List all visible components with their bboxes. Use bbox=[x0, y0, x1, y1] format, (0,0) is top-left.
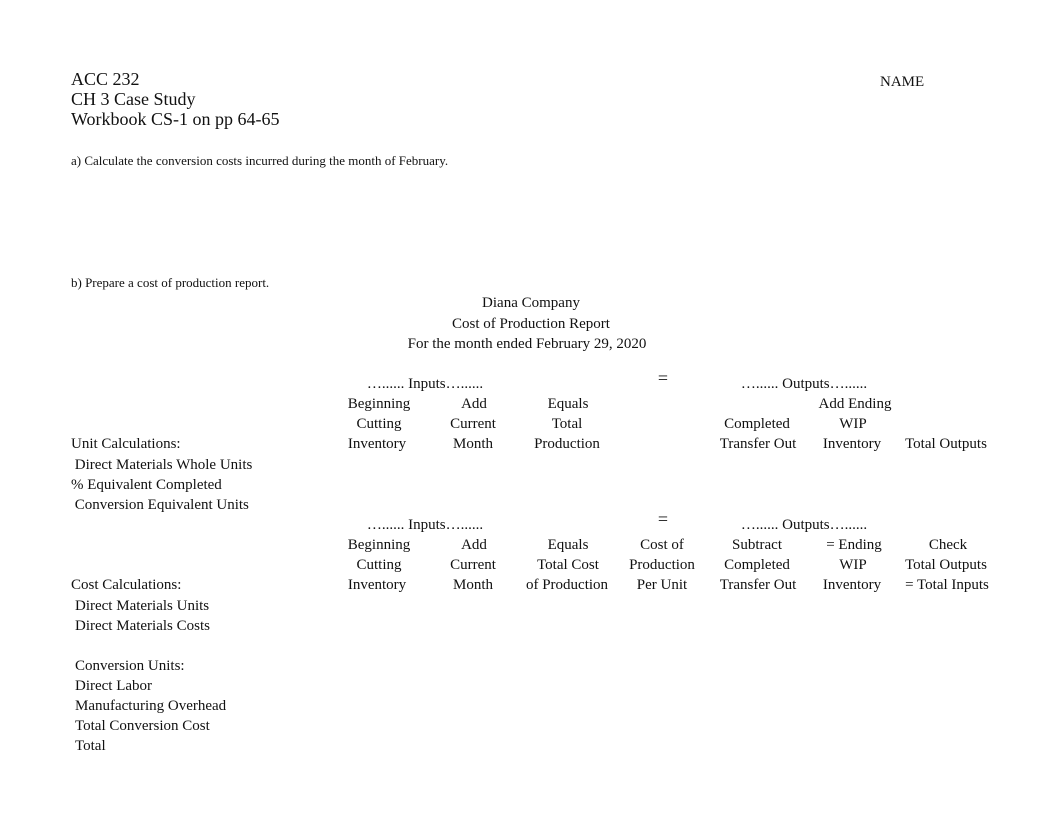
cost-col-add-line3: Month bbox=[452, 577, 494, 593]
cost-col-check-line1: Check bbox=[928, 537, 968, 553]
unit-col-ending-line3: Inventory bbox=[822, 436, 882, 452]
cost-col-equals-line2: Total Cost bbox=[537, 557, 599, 573]
unit-col-completed-line2: Completed bbox=[724, 416, 790, 432]
cost-col-beginning-line1: Beginning bbox=[347, 537, 411, 553]
cost-col-add-line1: Add bbox=[461, 537, 487, 553]
question-b: b) Prepare a cost of production report. bbox=[71, 275, 270, 290]
chapter-title: CH 3 Case Study bbox=[71, 89, 196, 109]
cost-col-per-unit-line1: Cost of bbox=[640, 537, 684, 553]
cost-inputs-label: …...... Inputs…...... bbox=[366, 517, 484, 533]
cost-row-total: Total bbox=[75, 738, 106, 754]
cost-col-beginning-line3: Inventory bbox=[347, 577, 407, 593]
unit-col-ending-line2: WIP bbox=[839, 416, 867, 432]
cost-col-ending-line3: Inventory bbox=[822, 577, 882, 593]
unit-col-add-line3: Month bbox=[452, 436, 494, 452]
cost-col-add-line2: Current bbox=[450, 557, 496, 573]
cost-col-ending-line1: = Ending bbox=[826, 537, 882, 553]
unit-col-total-outputs: Total Outputs bbox=[905, 436, 987, 452]
unit-col-add-line1: Add bbox=[461, 396, 487, 412]
unit-col-beginning-line3: Inventory bbox=[347, 436, 407, 452]
unit-equals-sign: = bbox=[657, 368, 669, 388]
cost-col-per-unit-line3: Per Unit bbox=[636, 577, 688, 593]
unit-row-equivalent-completed: % Equivalent Completed bbox=[71, 477, 222, 493]
cost-col-per-unit-line2: Production bbox=[629, 557, 695, 573]
unit-col-add-line2: Current bbox=[450, 416, 496, 432]
cost-row-total-conversion-cost: Total Conversion Cost bbox=[75, 718, 210, 734]
cost-calculations-heading: Cost Calculations: bbox=[71, 577, 182, 593]
unit-row-dm-whole-units: Direct Materials Whole Units bbox=[71, 457, 253, 473]
cost-row-dm-units: Direct Materials Units bbox=[75, 598, 210, 614]
cost-outputs-label: …...... Outputs…...... bbox=[740, 517, 868, 533]
cost-col-subtract-line1: Subtract bbox=[732, 537, 782, 553]
cost-row-dm-costs: Direct Materials Costs bbox=[75, 618, 210, 634]
unit-col-equals-line2: Total bbox=[551, 416, 583, 432]
cost-col-equals-line1: Equals bbox=[547, 537, 589, 553]
unit-outputs-label: …...... Outputs…...... bbox=[740, 376, 868, 392]
unit-col-equals-line3: Production bbox=[534, 436, 600, 452]
question-a: a) Calculate the conversion costs incurr… bbox=[71, 153, 449, 168]
report-title: Cost of Production Report bbox=[452, 316, 610, 332]
unit-col-beginning-line2: Cutting bbox=[356, 416, 402, 432]
cost-col-ending-line2: WIP bbox=[839, 557, 867, 573]
name-label: NAME bbox=[880, 74, 925, 90]
unit-inputs-label: …...... Inputs…...... bbox=[366, 376, 484, 392]
unit-col-ending-line1: Add Ending bbox=[818, 396, 892, 412]
cost-col-subtract-line3: Transfer Out bbox=[719, 577, 797, 593]
unit-calculations-heading: Unit Calculations: bbox=[71, 436, 181, 452]
unit-col-beginning-line1: Beginning bbox=[347, 396, 411, 412]
cost-row-manufacturing-overhead: Manufacturing Overhead bbox=[75, 698, 227, 714]
report-period: For the month ended February 29, 2020 bbox=[407, 336, 647, 352]
cost-col-subtract-line2: Completed bbox=[724, 557, 790, 573]
cost-equals-sign: = bbox=[657, 509, 669, 529]
cost-row-direct-labor: Direct Labor bbox=[75, 678, 153, 694]
course-code: ACC 232 bbox=[71, 69, 140, 89]
unit-row-conversion-equivalent: Conversion Equivalent Units bbox=[71, 497, 249, 513]
company-name: Diana Company bbox=[482, 295, 580, 311]
cost-col-equals-line3: of Production bbox=[525, 577, 609, 593]
cost-row-conversion-units: Conversion Units: bbox=[75, 658, 185, 674]
cost-col-beginning-line2: Cutting bbox=[356, 557, 402, 573]
unit-col-completed-line3: Transfer Out bbox=[719, 436, 797, 452]
cost-col-check-line2: Total Outputs bbox=[905, 557, 987, 573]
unit-col-equals-line1: Equals bbox=[547, 396, 589, 412]
cost-col-check-line3: = Total Inputs bbox=[905, 577, 989, 593]
workbook-reference: Workbook CS-1 on pp 64-65 bbox=[71, 109, 280, 129]
